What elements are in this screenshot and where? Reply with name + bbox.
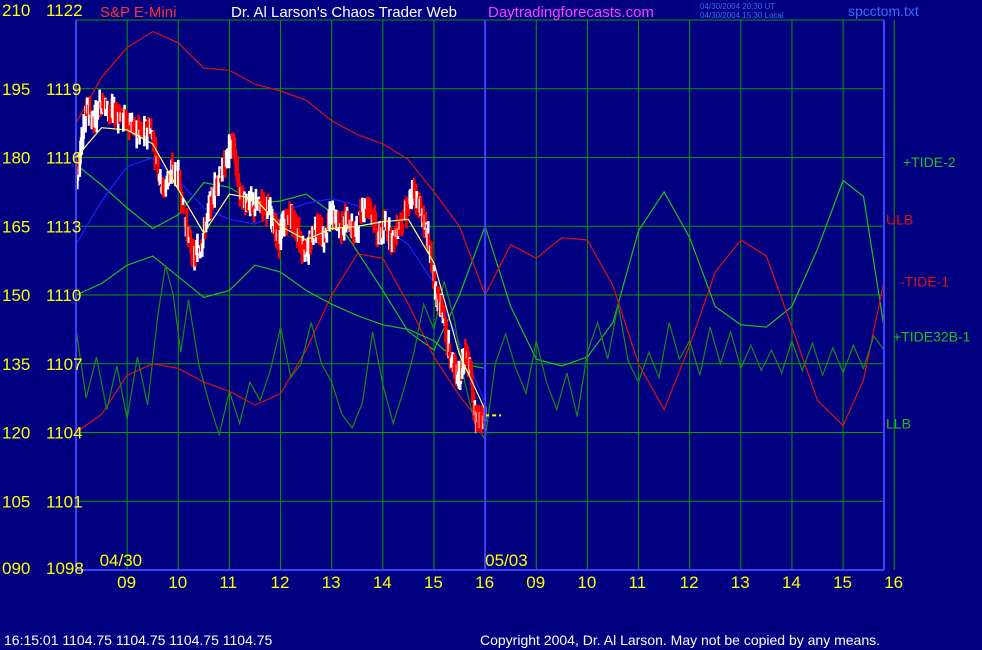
y-tick-label-right: 1110 bbox=[46, 286, 81, 305]
x-tick-label: 16 bbox=[475, 573, 494, 592]
y-tick-label-right: 1122 bbox=[46, 1, 83, 20]
x-tick-label: 15 bbox=[424, 573, 443, 592]
last-quote: 16:15:01 1104.75 1104.75 1104.75 1104.75 bbox=[4, 632, 273, 648]
series-labels: +TIDE-2 ULB -TIDE-1 +TIDE32B-1 LLB bbox=[886, 154, 971, 431]
y-axis-labels: 210 1122 195 1119 180 1116 165 1113 150 1110 135 11… bbox=[2, 1, 84, 578]
site-link[interactable]: Daytradingforecasts.com bbox=[488, 4, 654, 21]
y-tick-label-right: 1107 bbox=[46, 355, 83, 374]
x-tick-label: 09 bbox=[526, 573, 545, 592]
copyright-notice: Copyright 2004, Dr. Al Larson. May not b… bbox=[480, 632, 880, 648]
y-tick-label-left: 165 bbox=[2, 217, 30, 236]
x-tick-label: 12 bbox=[680, 573, 699, 592]
date-label: 05/03 bbox=[485, 551, 528, 570]
x-tick-label: 11 bbox=[219, 573, 237, 592]
x-tick-label: 14 bbox=[373, 573, 392, 592]
series-label: +TIDE-2 bbox=[903, 154, 956, 170]
series-label: ULB bbox=[886, 211, 913, 227]
y-tick-label-right: 1116 bbox=[46, 149, 81, 168]
y-tick-label-left: 105 bbox=[2, 492, 30, 511]
x-tick-label: 11 bbox=[629, 573, 647, 592]
y-tick-label-right: 1098 bbox=[46, 559, 84, 578]
series-label: -TIDE-1 bbox=[900, 273, 949, 289]
x-tick-label: 09 bbox=[117, 573, 136, 592]
footer: 16:15:01 1104.75 1104.75 1104.75 1104.75… bbox=[4, 632, 880, 648]
header: S&P E-Mini Dr. Al Larson's Chaos Trader … bbox=[100, 2, 919, 21]
x-tick-label: 13 bbox=[731, 573, 750, 592]
x-axis-labels: 09 10 11 12 13 14 15 16 09 10 11 12 13 14 15 16 04/30 05/… bbox=[100, 551, 904, 592]
y-tick-label-left: 180 bbox=[2, 149, 30, 168]
x-tick-label: 16 bbox=[884, 573, 903, 592]
series--tide-2 bbox=[75, 163, 885, 367]
y-tick-label-left: 135 bbox=[2, 355, 30, 374]
y-tick-label-right: 1104 bbox=[46, 424, 83, 443]
data-file-name: spcctom.txt bbox=[848, 3, 919, 19]
y-tick-label-right: 1101 bbox=[46, 492, 83, 511]
chaos-trader-chart: 210 1122195 1119180 1116165 1113150 1110135 11… bbox=[2, 1, 971, 648]
y-tick-label-left: 090 bbox=[2, 559, 30, 578]
price-bars bbox=[75, 89, 502, 434]
series-label: +TIDE32B-1 bbox=[893, 328, 971, 344]
date-label: 04/30 bbox=[100, 551, 143, 570]
x-tick-label: 10 bbox=[577, 573, 596, 592]
timestamp-ut: 04/30/2004 20:30 UT bbox=[700, 2, 775, 11]
series-label: LLB bbox=[886, 415, 911, 431]
x-tick-label: 12 bbox=[271, 573, 290, 592]
y-tick-label-left: 210 bbox=[2, 1, 30, 20]
symbol-label: S&P E-Mini bbox=[100, 4, 176, 21]
y-tick-label-right: 1113 bbox=[46, 217, 81, 236]
timestamp-local: 04/30/2004 15:30 Local bbox=[700, 11, 784, 20]
y-tick-label-right: 1119 bbox=[46, 80, 81, 99]
x-tick-label: 13 bbox=[322, 573, 341, 592]
chart-title: Dr. Al Larson's Chaos Trader Web bbox=[231, 4, 457, 21]
y-tick-label-left: 150 bbox=[2, 286, 30, 305]
x-tick-label: 15 bbox=[833, 573, 852, 592]
x-tick-label: 10 bbox=[168, 573, 187, 592]
x-tick-label: 14 bbox=[782, 573, 801, 592]
y-tick-label-left: 120 bbox=[2, 424, 30, 443]
y-tick-label-left: 195 bbox=[2, 80, 30, 99]
